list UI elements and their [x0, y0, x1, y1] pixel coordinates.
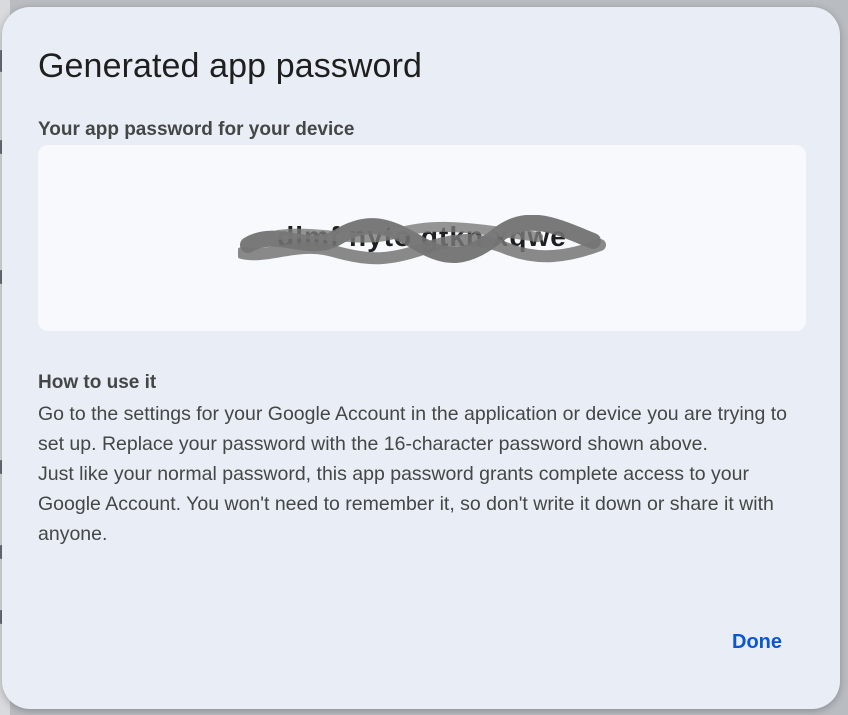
done-button[interactable]: Done [718, 623, 796, 662]
generated-password[interactable]: dlmf nyto gtkn xqwe [38, 221, 806, 253]
app-password-dialog: Generated app password Your app password… [2, 7, 840, 709]
instructions-paragraph: Go to the settings for your Google Accou… [38, 403, 788, 455]
how-to-instructions: Go to the settings for your Google Accou… [38, 399, 798, 549]
password-subtitle: Your app password for your device [38, 119, 355, 140]
security-paragraph: Just like your normal password, this app… [38, 463, 774, 545]
password-box: dlmf nyto gtkn xqwe [38, 145, 806, 331]
how-to-heading: How to use it [38, 372, 157, 393]
dialog-title: Generated app password [38, 47, 423, 85]
